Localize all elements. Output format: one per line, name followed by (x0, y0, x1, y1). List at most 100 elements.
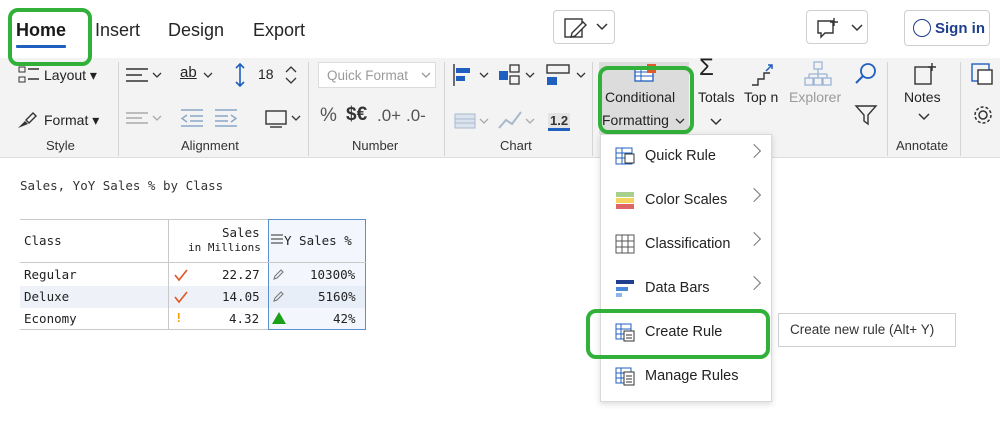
cell-sales[interactable]: 4.32 (229, 311, 259, 326)
style-group-label: Style (46, 138, 75, 153)
color-scales-icon (616, 192, 634, 209)
quick-rule-icon (615, 147, 635, 165)
group-separator (118, 62, 119, 156)
menu-item-data-bars[interactable]: Data Bars (601, 267, 773, 311)
totals-button[interactable]: Totals (698, 89, 735, 105)
increase-decimal-button[interactable]: .0+ (377, 106, 401, 126)
ribbon: Layout ▾ Format ▾ Style ab 18 Alignment … (0, 54, 1000, 158)
pivot-chart-icon[interactable] (497, 62, 523, 88)
decrease-decimal-button[interactable]: .0- (406, 106, 426, 126)
create-rule-highlight (586, 309, 770, 359)
cell-class[interactable]: Economy (24, 311, 77, 326)
chart-group-label: Chart (500, 138, 532, 153)
text-style-button[interactable]: ab (180, 64, 197, 81)
menu-item-label: Manage Rules (645, 368, 739, 384)
header-sales[interactable]: Sales (222, 225, 260, 240)
annotate-group-label: Annotate (896, 138, 949, 153)
group-separator (444, 62, 445, 156)
chevron-down-icon (152, 115, 162, 121)
sigma-icon[interactable]: Σ (699, 54, 714, 82)
header-class[interactable]: Class (24, 233, 62, 248)
classification-icon (615, 234, 635, 254)
layout-chart-icon[interactable] (545, 62, 573, 88)
chevron-down-icon (152, 72, 162, 78)
font-size-value[interactable]: 18 (258, 66, 274, 82)
edit-mode-button[interactable] (553, 10, 615, 44)
search-icon[interactable] (854, 62, 878, 86)
currency-format-button[interactable]: $€ (346, 104, 367, 126)
sparkline-disabled-icon (498, 111, 522, 129)
alignment-group-label: Alignment (181, 138, 239, 153)
add-comment-button[interactable] (806, 10, 868, 44)
chevron-down-icon (291, 115, 301, 121)
header-yoy[interactable]: Y Sales % (284, 233, 352, 248)
create-rule-tooltip: Create new rule (Alt+ Y) (778, 313, 956, 347)
menu-item-manage-rules[interactable]: Manage Rules (601, 355, 773, 399)
cell-yoy[interactable]: 42% (333, 311, 356, 326)
menu-item-quick-rule[interactable]: Quick Rule (601, 135, 773, 179)
chevron-right-icon (746, 275, 762, 291)
quick-format-select[interactable]: Quick Format (318, 62, 436, 88)
cell-yoy[interactable]: 5160% (318, 289, 356, 304)
filter-icon[interactable] (854, 104, 878, 126)
sheet-icon[interactable] (970, 62, 994, 86)
stepper-icon[interactable] (285, 64, 297, 86)
chevron-down-icon (525, 72, 535, 78)
cell-sales[interactable]: 14.05 (222, 289, 260, 304)
group-separator (887, 62, 888, 156)
data-labels-button[interactable]: 1.2 (548, 113, 571, 131)
format-label: Format (44, 112, 89, 128)
table-border (20, 219, 268, 220)
settings-gear-icon[interactable] (972, 104, 994, 126)
menu-item-label: Classification (645, 236, 731, 252)
pencil-icon (273, 269, 284, 280)
chevron-down-icon (851, 24, 863, 32)
data-bars-icon (616, 280, 634, 297)
line-height-icon[interactable] (234, 63, 246, 87)
menu-item-color-scales[interactable]: Color Scales (601, 179, 773, 223)
tab-design[interactable]: Design (168, 20, 224, 41)
table-border (20, 329, 268, 330)
top-n-icon[interactable] (750, 63, 776, 87)
menu-item-classification[interactable]: Classification (601, 223, 773, 267)
top-n-button[interactable]: Top n (744, 89, 778, 105)
menu-item-label: Color Scales (645, 192, 728, 208)
tab-export[interactable]: Export (253, 20, 305, 41)
header-menu-icon[interactable] (270, 233, 284, 245)
layout-button[interactable]: Layout ▾ (44, 67, 97, 84)
report-title: Sales, YoY Sales % by Class (20, 178, 224, 193)
user-icon (913, 19, 931, 37)
increase-indent-icon[interactable] (214, 108, 238, 128)
sign-in-button[interactable]: Sign in (904, 10, 990, 46)
bar-chart-icon[interactable] (452, 63, 478, 87)
chevron-down-icon (479, 72, 489, 78)
table-chart-disabled-icon (454, 113, 476, 129)
notes-icon[interactable] (912, 62, 938, 86)
header-sales-sub: in Millions (188, 241, 261, 254)
number-group-label: Number (352, 138, 399, 153)
format-button[interactable]: Format ▾ (44, 112, 99, 129)
cell-yoy[interactable]: 10300% (310, 267, 355, 282)
cell-size-icon[interactable] (264, 108, 288, 128)
edit-sheet-icon (564, 18, 587, 38)
chevron-down-icon (421, 72, 431, 78)
chevron-down-icon (525, 118, 535, 124)
check-icon (174, 291, 188, 304)
percent-format-button[interactable]: % (320, 105, 337, 127)
align-lines-icon[interactable] (125, 66, 149, 84)
table-border (20, 262, 366, 263)
decrease-indent-icon[interactable] (180, 108, 204, 128)
cell-class[interactable]: Regular (24, 267, 77, 282)
chevron-right-icon (746, 143, 762, 159)
chevron-down-icon (479, 118, 489, 124)
chevron-down-icon (576, 72, 586, 78)
sign-in-label: Sign in (935, 20, 985, 37)
check-icon (174, 269, 188, 282)
cell-class[interactable]: Deluxe (24, 289, 69, 304)
chevron-right-icon (746, 231, 762, 247)
up-triangle-icon (272, 312, 286, 324)
notes-button[interactable]: Notes (904, 89, 941, 105)
cell-sales[interactable]: 22.27 (222, 267, 260, 282)
tab-insert[interactable]: Insert (95, 20, 140, 41)
pencil-icon (273, 291, 284, 302)
